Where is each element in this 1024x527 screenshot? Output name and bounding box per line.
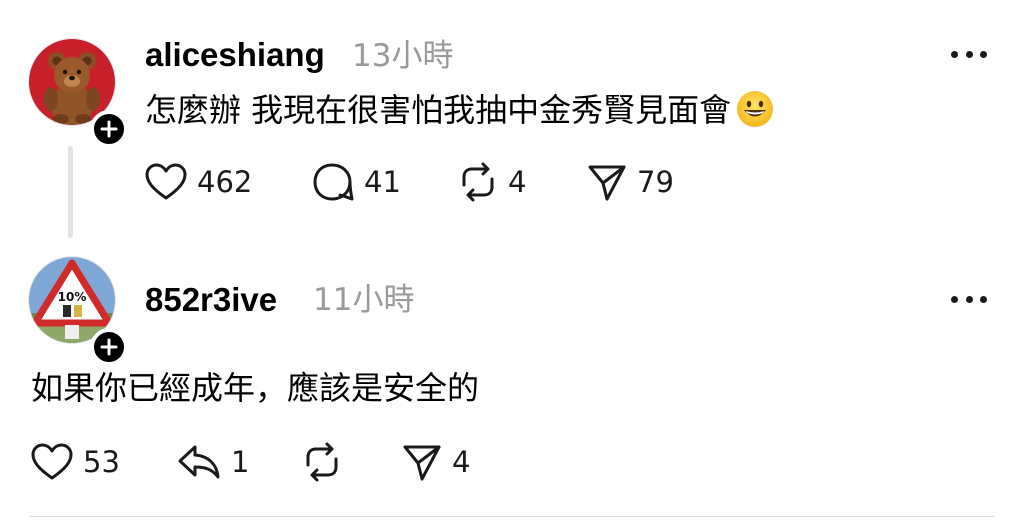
like-button[interactable]: 53 [31, 440, 120, 484]
more-options-icon [951, 50, 958, 58]
post-time: 11小時 [313, 282, 415, 318]
repost-icon [462, 162, 494, 202]
more-options-icon [951, 295, 958, 303]
post-2: 10% 852r3ive 11小時 如果你已經成年，應該是安全的 53 1 4 [0, 240, 1024, 527]
reply-count: 1 [231, 445, 250, 479]
repost-button[interactable] [302, 440, 342, 484]
heart-icon [145, 163, 187, 200]
avatar-852r3ive[interactable]: 10% [28, 256, 128, 366]
post-time: 13小時 [352, 38, 454, 74]
svg-text:10%: 10% [58, 290, 87, 304]
share-count: 4 [452, 445, 471, 479]
post-text: 如果你已經成年，應該是安全的 [31, 369, 480, 407]
comment-button[interactable]: 41 [312, 160, 401, 204]
share-button[interactable]: 4 [402, 440, 470, 484]
comment-bubble-icon [313, 163, 354, 201]
avatar-aliceshiang[interactable] [28, 38, 128, 148]
reply-arrow-icon [178, 445, 220, 479]
repost-count: 4 [508, 165, 527, 199]
more-options-button[interactable] [951, 291, 987, 307]
follow-plus-button[interactable] [90, 328, 128, 366]
heart-icon [31, 443, 73, 480]
send-icon [588, 165, 626, 201]
grinning-face-emoji [737, 91, 774, 127]
threads-feed: aliceshiang 13小時 怎麼辦 我現在很害怕我抽中金秀賢見面會 462… [0, 0, 1024, 527]
comment-count: 41 [364, 165, 401, 199]
username[interactable]: 852r3ive [145, 280, 277, 320]
post-text: 怎麼辦 我現在很害怕我抽中金秀賢見面會 [145, 91, 732, 129]
plus-icon [100, 338, 118, 356]
like-count: 462 [197, 165, 253, 199]
send-icon [403, 445, 441, 481]
follow-plus-button[interactable] [90, 110, 128, 148]
username[interactable]: aliceshiang [145, 35, 325, 75]
post-content: 怎麼辦 我現在很害怕我抽中金秀賢見面會 [145, 88, 775, 132]
share-count: 79 [637, 165, 674, 199]
plus-icon [100, 120, 118, 138]
reply-button[interactable]: 1 [177, 440, 249, 484]
like-count: 53 [83, 445, 120, 479]
repost-button[interactable]: 4 [458, 160, 526, 204]
more-options-button[interactable] [951, 46, 987, 62]
post-1: aliceshiang 13小時 怎麼辦 我現在很害怕我抽中金秀賢見面會 462… [0, 0, 1024, 240]
repost-icon [306, 442, 338, 482]
thread-line [68, 146, 73, 238]
post-divider [30, 516, 994, 517]
like-button[interactable]: 462 [145, 160, 252, 204]
share-button[interactable]: 79 [587, 160, 674, 204]
